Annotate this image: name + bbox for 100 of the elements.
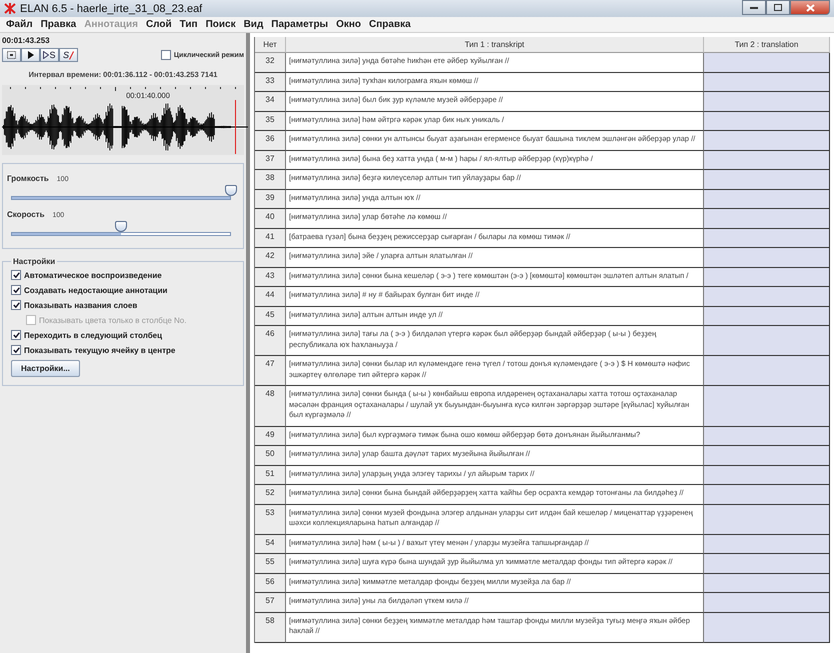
- row-number: 56: [255, 574, 286, 593]
- play-icon: [43, 51, 50, 59]
- check-icon: [12, 302, 20, 308]
- translation-cell[interactable]: [704, 150, 830, 170]
- translation-cell[interactable]: [704, 593, 830, 612]
- player-button[interactable]: S: [59, 48, 78, 62]
- close-icon: [806, 4, 814, 12]
- selection-icon: [7, 51, 16, 59]
- maximize-icon: [774, 4, 782, 11]
- row-number: 37: [255, 150, 286, 170]
- row-number: 34: [255, 92, 286, 112]
- row-number: 40: [255, 209, 286, 228]
- row-number: 54: [255, 534, 286, 554]
- current-time: 00:01:43.253: [2, 36, 51, 45]
- translation-cell[interactable]: [704, 248, 830, 268]
- row-number: 46: [255, 326, 286, 356]
- translation-cell[interactable]: [704, 131, 830, 150]
- slider-label: Громкость: [7, 174, 49, 183]
- translation-cell[interactable]: [704, 112, 830, 131]
- row-number: 44: [255, 287, 286, 306]
- app-logo-icon: [4, 3, 16, 14]
- checkbox-option[interactable]: Создавать недостающие аннотации: [11, 285, 237, 295]
- row-number: 50: [255, 446, 286, 466]
- translation-cell[interactable]: [704, 534, 830, 554]
- translation-cell[interactable]: [704, 170, 830, 190]
- translation-cell[interactable]: [704, 306, 830, 326]
- row-number: 43: [255, 268, 286, 287]
- row-number: 51: [255, 466, 286, 485]
- check-icon: [12, 287, 20, 293]
- row-number: 47: [255, 356, 286, 386]
- row-number: 48: [255, 386, 286, 426]
- menu-item[interactable]: Вид: [244, 19, 264, 30]
- slider-thumb[interactable]: [115, 221, 127, 232]
- menu-item[interactable]: Слой: [146, 19, 172, 30]
- player-button[interactable]: [21, 48, 40, 62]
- slider-thumb[interactable]: [225, 185, 237, 196]
- play-icon: [28, 51, 34, 59]
- row-number: 49: [255, 426, 286, 446]
- check-icon: [12, 272, 20, 278]
- translation-cell[interactable]: [704, 190, 830, 209]
- row-number: 35: [255, 112, 286, 131]
- row-number: 39: [255, 190, 286, 209]
- minimize-button[interactable]: [742, 0, 766, 15]
- check-icon: [12, 347, 20, 353]
- translation-cell[interactable]: [704, 485, 830, 504]
- column-header[interactable]: Тип 2 : translation: [704, 37, 830, 53]
- translation-cell[interactable]: [704, 504, 830, 534]
- row-number: 55: [255, 554, 286, 574]
- row-number: 57: [255, 593, 286, 612]
- row-number: 36: [255, 131, 286, 150]
- translation-cell[interactable]: [704, 209, 830, 228]
- row-number: 41: [255, 228, 286, 248]
- menu-item[interactable]: Параметры: [271, 19, 328, 30]
- checkbox-option[interactable]: Переходить в следующий столбец: [11, 330, 237, 340]
- translation-cell[interactable]: [704, 228, 830, 248]
- checkbox-option[interactable]: Показывать названия слоев: [11, 300, 237, 310]
- menu-item[interactable]: Поиск: [206, 19, 236, 30]
- translation-cell[interactable]: [704, 268, 830, 287]
- translation-cell[interactable]: [704, 72, 830, 92]
- translation-cell[interactable]: [704, 466, 830, 485]
- menu-item[interactable]: Файл: [6, 19, 33, 30]
- row-number: 32: [255, 53, 286, 72]
- translation-cell[interactable]: [704, 326, 830, 356]
- translation-cell[interactable]: [704, 426, 830, 446]
- row-number: 42: [255, 248, 286, 268]
- player-button[interactable]: S: [40, 48, 59, 62]
- menu-item[interactable]: Окно: [336, 19, 362, 30]
- slider-track[interactable]: [11, 232, 231, 236]
- player-button[interactable]: [2, 48, 21, 62]
- check-icon: [12, 332, 20, 338]
- close-button[interactable]: [790, 0, 830, 15]
- translation-cell[interactable]: [704, 356, 830, 386]
- row-number: 33: [255, 72, 286, 92]
- settings-button[interactable]: Настройки...: [11, 360, 80, 377]
- column-header[interactable]: Тип 1 : transkript: [286, 37, 704, 53]
- menu-item[interactable]: Тип: [180, 19, 198, 30]
- column-header[interactable]: Нет: [255, 37, 286, 53]
- translation-cell[interactable]: [704, 92, 830, 112]
- row-number: 53: [255, 504, 286, 534]
- translation-cell[interactable]: [704, 554, 830, 574]
- minimize-icon: [750, 6, 758, 8]
- translation-cell[interactable]: [704, 53, 830, 72]
- translation-cell[interactable]: [704, 287, 830, 306]
- window-title: ELAN 6.5 - haerle_irte_31_08_23.eaf: [20, 2, 202, 14]
- checkbox-option[interactable]: Показывать текущую ячейку в центре: [11, 345, 237, 355]
- row-number: 58: [255, 612, 286, 642]
- translation-cell[interactable]: [704, 386, 830, 426]
- slash-icon: [69, 50, 74, 60]
- menu-item[interactable]: Справка: [369, 19, 411, 30]
- translation-cell[interactable]: [704, 446, 830, 466]
- checkbox-option[interactable]: Автоматическое воспроизведение: [11, 270, 237, 280]
- row-number: 45: [255, 306, 286, 326]
- row-number: 38: [255, 170, 286, 190]
- maximize-button[interactable]: [766, 0, 790, 15]
- group-title: Настройки: [12, 257, 56, 266]
- translation-cell[interactable]: [704, 574, 830, 593]
- slider-label: Скорость: [7, 210, 45, 219]
- translation-cell[interactable]: [704, 612, 830, 642]
- menu-item[interactable]: Правка: [40, 19, 76, 30]
- row-number: 52: [255, 485, 286, 504]
